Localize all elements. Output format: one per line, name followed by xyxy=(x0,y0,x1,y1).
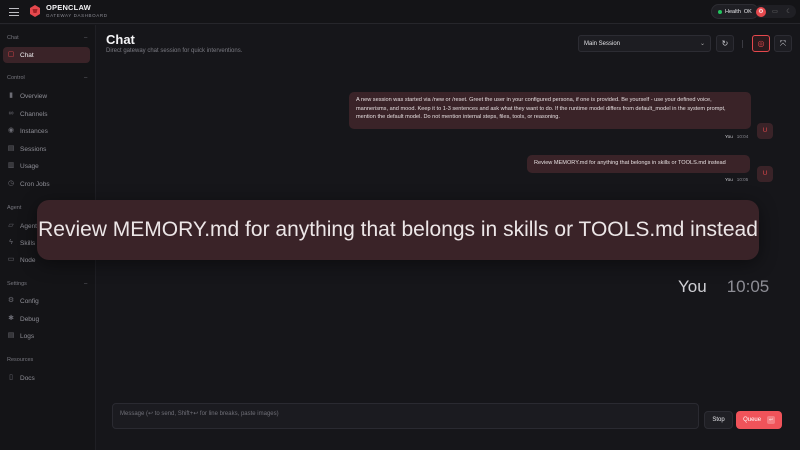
avatar: U xyxy=(757,123,773,139)
message-sender: You xyxy=(678,277,707,296)
message-meta: You 10:05 xyxy=(725,177,748,181)
sidebar-item-sessions[interactable]: ▤ Sessions xyxy=(3,141,90,157)
chat-bubble-icon: ▢ xyxy=(7,51,15,58)
avatar: U xyxy=(757,166,773,182)
message-sender: You xyxy=(725,134,733,139)
brand-name: OPENCLAW xyxy=(46,3,91,12)
stop-button[interactable]: Stop xyxy=(704,411,733,429)
page-subtitle: Direct gateway chat session for quick in… xyxy=(106,48,243,54)
expand-icon: ⤧ xyxy=(779,38,787,48)
sidebar-item-label: Config xyxy=(20,297,39,305)
sidebar-item-label: Sessions xyxy=(20,145,47,153)
sidebar-item-label: Agent xyxy=(20,222,37,230)
brain-icon: ◎ xyxy=(757,39,765,48)
message-time: 10:04 xyxy=(736,134,749,139)
sidebar-item-label: Debug xyxy=(20,315,40,323)
monitor-icon: ▭ xyxy=(7,256,15,263)
message-zoom-overlay: Review MEMORY.md for anything that belon… xyxy=(37,200,759,260)
sidebar-item-label: Docs xyxy=(20,374,35,382)
message-input[interactable]: Message (↩ to send, Shift+↩ for line bre… xyxy=(112,403,699,429)
message-meta: You 10:04 xyxy=(725,134,748,139)
queue-button[interactable]: Queue ↩ xyxy=(736,411,782,429)
sidebar-item-cron-jobs[interactable]: ◷ Cron Jobs xyxy=(3,176,90,192)
brand-subtitle: GATEWAY DASHBOARD xyxy=(46,12,108,18)
refresh-button[interactable]: ↻ xyxy=(716,35,734,52)
sidebar-item-label: Chat xyxy=(20,51,34,59)
sidebar-item-logs[interactable]: ▤ Logs xyxy=(3,328,90,344)
sidebar-item-label: Cron Jobs xyxy=(20,180,50,188)
sidebar-item-debug[interactable]: ✱ Debug xyxy=(3,311,90,327)
sidebar-item-config[interactable]: ⚙ Config xyxy=(3,293,90,309)
page-title: Chat xyxy=(106,32,135,47)
section-collapse-icon[interactable]: – xyxy=(84,75,87,81)
document-icon: ▤ xyxy=(7,145,15,152)
brand: OPENCLAW GATEWAY DASHBOARD xyxy=(46,4,108,18)
section-settings: Settings xyxy=(7,281,27,287)
focus-mode-button[interactable]: ⤧ xyxy=(774,35,792,52)
radio-icon: ◉ xyxy=(7,127,15,134)
moon-icon[interactable]: ☾ xyxy=(784,7,794,17)
message-time: 10:05 xyxy=(726,277,770,296)
session-select[interactable]: Main Session ⌄ xyxy=(578,35,711,52)
sidebar-item-label: Skills xyxy=(20,239,36,247)
section-chat: Chat xyxy=(7,35,19,41)
message-zoom-meta: You 10:05 xyxy=(678,277,769,297)
sidebar-item-instances[interactable]: ◉ Instances xyxy=(3,123,90,139)
sidebar-item-docs[interactable]: ▯ Docs xyxy=(3,370,90,386)
monitor-icon[interactable]: ▭ xyxy=(770,7,780,17)
health-label: Health xyxy=(725,8,741,15)
sidebar-item-label: Node xyxy=(20,256,36,264)
divider xyxy=(742,40,743,48)
bar-chart-icon: ▮ xyxy=(9,92,13,99)
section-collapse-icon[interactable]: – xyxy=(84,281,87,287)
menu-icon[interactable] xyxy=(9,6,19,18)
sidebar-item-label: Overview xyxy=(20,92,48,100)
message-bubble: A new session was started via /new or /r… xyxy=(349,92,751,129)
folder-icon: ▱ xyxy=(8,222,14,229)
health-value: OK xyxy=(743,8,752,15)
message-time: 10:05 xyxy=(736,177,749,181)
sidebar-item-overview[interactable]: ▮ Overview xyxy=(3,88,90,104)
bug-icon: ✱ xyxy=(8,315,14,322)
section-control: Control xyxy=(7,75,25,81)
gear-icon: ⚙ xyxy=(7,297,15,304)
clock-icon: ◷ xyxy=(7,180,15,187)
sidebar-item-label: Instances xyxy=(20,127,48,135)
session-select-value: Main Session xyxy=(584,40,621,47)
thinking-toggle-button[interactable]: ◎ xyxy=(752,35,770,52)
settings-icon[interactable]: ⚙ xyxy=(756,6,766,17)
sidebar-item-usage[interactable]: ▥ Usage xyxy=(3,158,90,174)
openclaw-logo-icon xyxy=(30,5,40,17)
section-agent: Agent xyxy=(7,205,22,211)
chevron-down-icon: ⌄ xyxy=(699,41,705,47)
sidebar-item-label: Channels xyxy=(20,110,48,118)
health-status-dot xyxy=(718,9,722,14)
link-icon: ∞ xyxy=(8,110,14,117)
refresh-icon: ↻ xyxy=(721,39,729,48)
usage-icon: ▥ xyxy=(7,162,15,169)
theme-toggle: ⚙ ▭ ☾ xyxy=(754,5,796,18)
top-bar: OPENCLAW GATEWAY DASHBOARD Health OK ⚙ ▭… xyxy=(0,0,800,24)
message-sender: You xyxy=(725,177,733,181)
bolt-icon: ϟ xyxy=(9,239,13,246)
section-collapse-icon[interactable]: – xyxy=(84,35,87,41)
book-icon: ▯ xyxy=(9,374,13,381)
sidebar-item-chat[interactable]: ▢ Chat xyxy=(3,47,90,63)
logs-icon: ▤ xyxy=(7,332,15,339)
sidebar-item-channels[interactable]: ∞ Channels xyxy=(3,106,90,122)
section-resources: Resources xyxy=(7,357,34,363)
queue-label: Queue xyxy=(743,417,762,423)
sidebar-item-label: Usage xyxy=(20,162,39,170)
health-badge: Health OK xyxy=(711,4,759,19)
enter-key-icon: ↩ xyxy=(767,416,775,424)
sidebar-item-label: Logs xyxy=(20,332,35,340)
message-bubble: Review MEMORY.md for anything that belon… xyxy=(527,155,750,173)
